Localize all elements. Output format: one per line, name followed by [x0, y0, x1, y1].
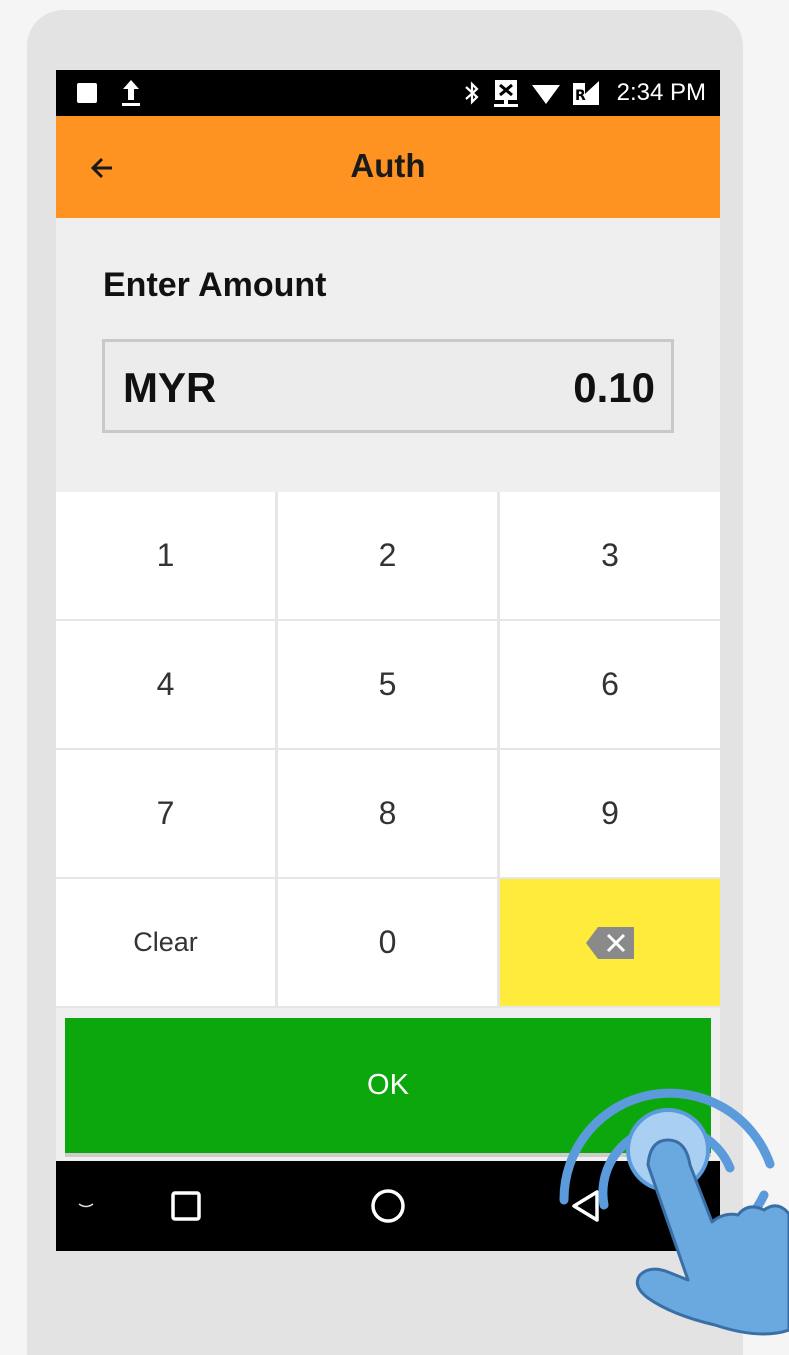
status-time: 2:34 PM	[616, 79, 706, 106]
currency-label: MYR	[123, 364, 217, 411]
key-3[interactable]: 3	[500, 492, 720, 619]
app-bar: Auth	[56, 116, 720, 218]
svg-text:R: R	[575, 88, 586, 104]
upload-icon	[122, 80, 140, 106]
signal-icon: R	[572, 81, 599, 105]
key-6[interactable]: 6	[500, 621, 720, 748]
key-4[interactable]: 4	[56, 621, 275, 748]
backspace-icon	[586, 926, 634, 959]
key-7[interactable]: 7	[56, 750, 275, 877]
numeric-keypad: 1 2 3 4 5 6 7 8 9 Clear 0	[56, 492, 720, 1008]
status-bar: R 2:34 PM	[56, 70, 720, 116]
bluetooth-icon	[464, 81, 479, 105]
amount-field[interactable]: MYR 0.10	[102, 339, 674, 433]
clear-button[interactable]: Clear	[56, 879, 275, 1006]
chevron-down-icon[interactable]	[66, 1161, 106, 1251]
key-8[interactable]: 8	[278, 750, 497, 877]
notification-square-icon	[77, 83, 97, 103]
key-0[interactable]: 0	[278, 879, 497, 1006]
circle-icon[interactable]	[351, 1161, 425, 1251]
wifi-icon	[531, 85, 560, 104]
amount-value: 0.10	[573, 364, 655, 411]
key-2[interactable]: 2	[278, 492, 497, 619]
key-1[interactable]: 1	[56, 492, 275, 619]
key-5[interactable]: 5	[278, 621, 497, 748]
amount-prompt: Enter Amount	[103, 266, 327, 304]
tap-gesture-hand-icon	[559, 1088, 789, 1336]
key-9[interactable]: 9	[500, 750, 720, 877]
page-title: Auth	[350, 147, 426, 184]
network-disconnected-icon	[493, 80, 518, 107]
square-icon[interactable]	[151, 1161, 221, 1251]
backspace-button[interactable]	[500, 879, 720, 1006]
